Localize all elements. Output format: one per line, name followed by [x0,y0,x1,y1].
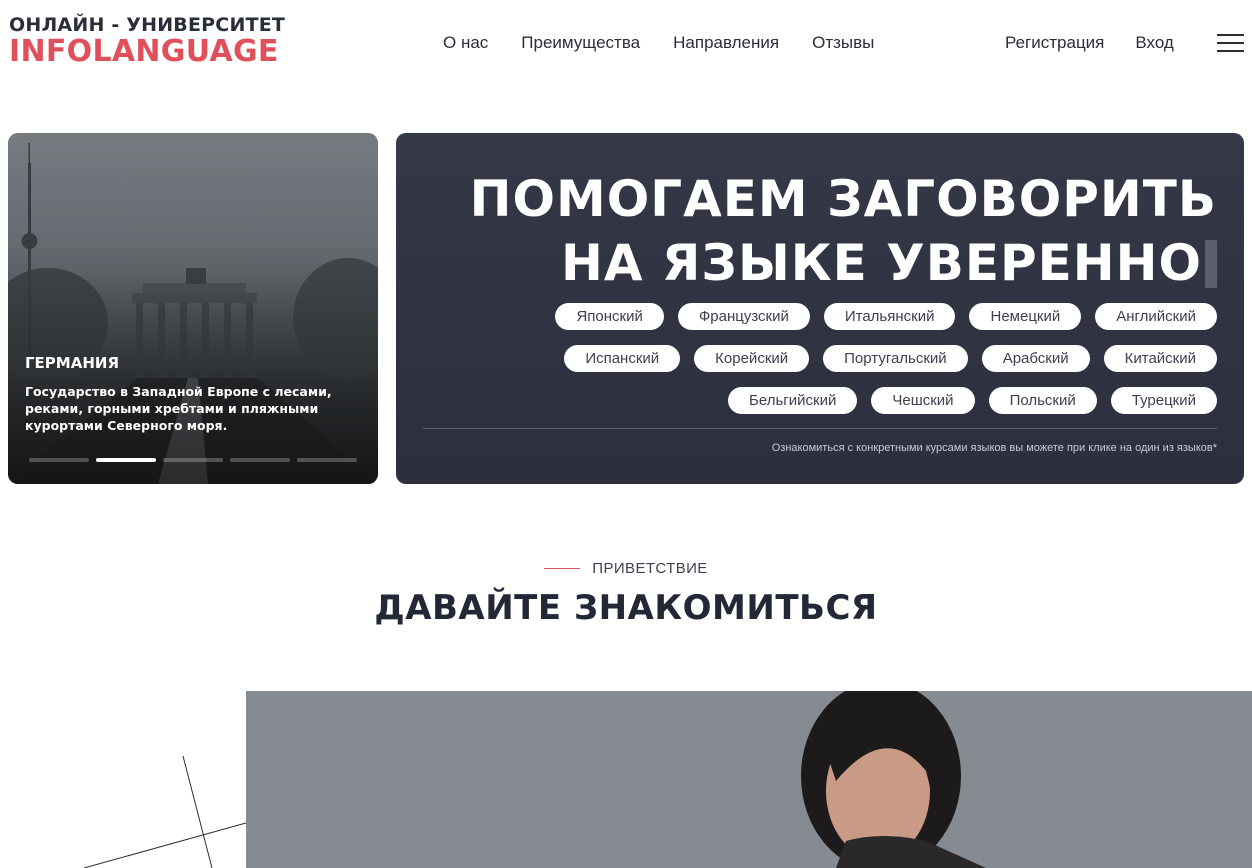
student-photo [246,691,1252,868]
register-link[interactable]: Регистрация [1005,33,1104,53]
language-pill-spanish[interactable]: Испанский [564,345,681,372]
slider-dot[interactable] [163,458,223,462]
hero-title-line-2: НА ЯЗЫКЕ УВЕРЕННО [470,231,1217,295]
logo-subtitle: ОНЛАЙН - УНИВЕРСИТЕТ [9,14,286,36]
slide-description: Государство в Западной Европе с лесами, … [25,384,332,433]
auth-nav: Регистрация Вход [1005,33,1174,53]
section-eyebrow: ПРИВЕТСТВИЕ [544,560,707,577]
language-list-row-1: Японский Французский Итальянский Немецки… [457,303,1217,330]
hero-title-line-1: ПОМОГАЕМ ЗАГОВОРИТЬ [469,170,1217,228]
hamburger-line [1217,50,1244,52]
greeting-label-wrap: ПРИВЕТСТВИЕ [0,554,1252,577]
hero-footnote: Ознакомиться с конкретными курсами языко… [771,442,1217,454]
language-pill-chinese[interactable]: Китайский [1103,345,1217,372]
main-nav: О нас Преимущества Направления Отзывы [443,33,874,53]
hamburger-line [1217,42,1244,44]
section-eyebrow-text: ПРИВЕТСТВИЕ [592,560,708,577]
slider-pagination [29,458,357,462]
language-pill-czech[interactable]: Чешский [871,387,975,414]
hamburger-line [1217,34,1244,36]
language-list-row-2: Испанский Корейский Португальский Арабск… [457,345,1217,372]
section-title: ДАВАЙТЕ ЗНАКОМИТЬСЯ [374,588,878,628]
language-pill-arabic[interactable]: Арабский [981,345,1090,372]
language-pill-belgian[interactable]: Бельгийский [728,387,858,414]
hero-divider [423,428,1217,429]
hamburger-icon[interactable] [1217,34,1244,52]
slider-dot[interactable] [297,458,357,462]
language-pill-english[interactable]: Английский [1095,303,1217,330]
language-pill-polish[interactable]: Польский [988,387,1097,414]
nav-link-advantages[interactable]: Преимущества [521,33,640,53]
language-pill-japanese[interactable]: Японский [555,303,664,330]
slider-dot[interactable] [230,458,290,462]
decorative-lines [83,755,246,868]
language-pill-turkish[interactable]: Турецкий [1110,387,1217,414]
language-pill-korean[interactable]: Корейский [694,345,810,372]
slider-dot-active[interactable] [96,458,156,462]
slider-dot[interactable] [29,458,89,462]
nav-link-about[interactable]: О нас [443,33,488,53]
student-illustration [246,691,1252,868]
country-slider[interactable]: ГЕРМАНИЯ Государство в Западной Европе с… [8,133,378,484]
language-list-row-3: Бельгийский Чешский Польский Турецкий [457,387,1217,414]
hero-title-line-2-text: НА ЯЗЫКЕ УВЕРЕННО [560,234,1202,292]
language-pill-portuguese[interactable]: Португальский [823,345,968,372]
login-link[interactable]: Вход [1135,33,1173,53]
hero-title: ПОМОГАЕМ ЗАГОВОРИТЬ НА ЯЗЫКЕ УВЕРЕННО [470,167,1217,295]
language-pill-italian[interactable]: Итальянский [823,303,956,330]
eyebrow-line [544,568,581,569]
typing-cursor [1205,240,1217,288]
logo-wordmark: INFOLANGUAGE [9,34,279,69]
hero-banner: ПОМОГАЕМ ЗАГОВОРИТЬ НА ЯЗЫКЕ УВЕРЕННО Яп… [396,133,1244,484]
language-pill-german[interactable]: Немецкий [969,303,1082,330]
language-pill-french[interactable]: Французский [677,303,810,330]
nav-link-reviews[interactable]: Отзывы [812,33,874,53]
nav-link-directions[interactable]: Направления [673,33,779,53]
logo[interactable]: ОНЛАЙН - УНИВЕРСИТЕТ INFOLANGUAGE [9,14,285,69]
slide-title: ГЕРМАНИЯ [25,354,119,372]
